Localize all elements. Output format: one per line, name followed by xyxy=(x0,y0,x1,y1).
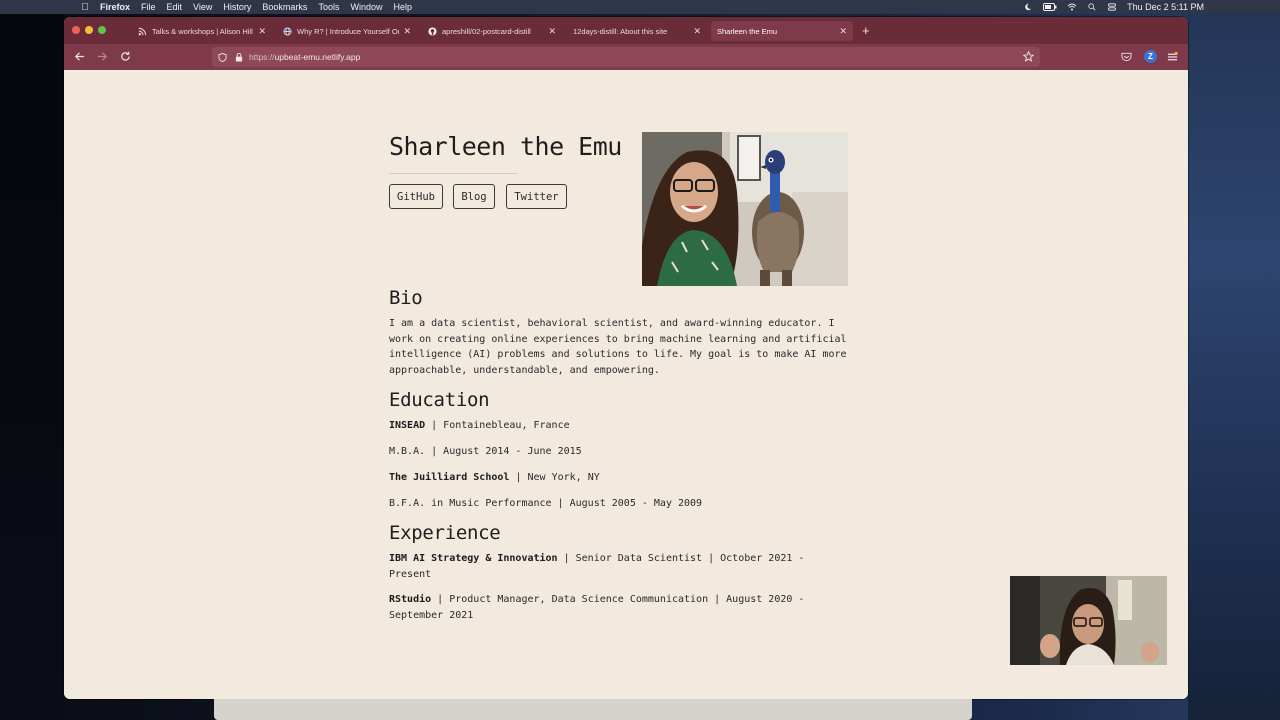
menu-file[interactable]: File xyxy=(141,2,156,12)
menubar-clock[interactable]: Thu Dec 2 5:11 PM xyxy=(1127,2,1204,12)
tab-close-icon[interactable]: ✕ xyxy=(839,26,847,37)
rss-icon xyxy=(138,27,147,35)
tab-12days-distill[interactable]: 12days-distill: About this site ✕ xyxy=(567,21,707,41)
bio-line: intelligence (AI) problems and solutions… xyxy=(389,349,847,360)
experience-heading: Experience xyxy=(389,522,501,544)
experience-entry: RStudio | Product Manager, Data Science … xyxy=(389,592,859,623)
experience-detail-cont: Present xyxy=(389,568,432,580)
profile-photo xyxy=(642,132,848,286)
tab-label: Sharleen the Emu xyxy=(717,26,778,36)
bio-line: work on creating online experiences to b… xyxy=(389,333,847,345)
blog-link-button[interactable]: Blog xyxy=(453,184,495,209)
education-entry: The Juilliard School | New York, NY xyxy=(389,470,859,486)
tab-label: Why R? | Introduce Yourself Onl xyxy=(297,26,400,36)
search-icon[interactable] xyxy=(1087,3,1097,11)
experience-detail: | Product Manager, Data Science Communic… xyxy=(431,594,805,605)
bio-line: I am a data scientist, behavioral scient… xyxy=(389,318,835,329)
education-detail: M.B.A. | August 2014 - June 2015 xyxy=(389,446,582,457)
tab-close-icon[interactable]: ✕ xyxy=(403,26,411,37)
twitter-link-button[interactable]: Twitter xyxy=(506,184,567,209)
menu-help[interactable]: Help xyxy=(393,2,412,12)
tab-close-icon[interactable]: ✕ xyxy=(258,26,266,37)
battery-icon[interactable] xyxy=(1043,3,1057,11)
title-divider xyxy=(389,173,517,174)
tab-label: apreshill/02-postcard-distill xyxy=(442,26,531,36)
menu-view[interactable]: View xyxy=(193,2,212,12)
institution-name: The Juilliard School xyxy=(389,472,510,483)
profile-photo-illustration xyxy=(642,132,848,286)
tab-sharleen-the-emu[interactable]: Sharleen the Emu ✕ xyxy=(711,21,853,41)
tab-label: 12days-distill: About this site xyxy=(573,26,668,36)
new-tab-button[interactable]: + xyxy=(862,23,870,38)
education-detail: | Fontainebleau, France xyxy=(425,420,570,431)
menu-hamburger-icon[interactable] xyxy=(1167,50,1178,64)
github-icon xyxy=(428,26,437,36)
menu-history[interactable]: History xyxy=(223,2,251,12)
bio-text: I am a data scientist, behavioral scient… xyxy=(389,316,869,378)
globe-icon xyxy=(283,26,292,36)
desktop-background xyxy=(1188,14,1280,720)
education-detail: B.F.A. in Music Performance | August 200… xyxy=(389,498,703,509)
education-detail: | New York, NY xyxy=(509,472,600,483)
tab-bar: Talks & workshops | Alison Hill ✕ Why R?… xyxy=(64,17,1188,44)
github-link-button[interactable]: GitHub xyxy=(389,184,443,209)
page-title: Sharleen the Emu xyxy=(389,132,622,161)
tab-close-icon[interactable]: ✕ xyxy=(693,26,701,37)
webcam-presenter-image xyxy=(1010,576,1167,665)
zotero-extension-icon[interactable]: Z xyxy=(1144,50,1157,63)
tab-close-icon[interactable]: ✕ xyxy=(548,26,556,37)
window-close-button[interactable] xyxy=(72,26,80,34)
reload-icon[interactable] xyxy=(120,51,131,62)
webcam-overlay xyxy=(1010,576,1167,665)
macos-menubar:  Firefox File Edit View History Bookmar… xyxy=(0,0,1280,14)
experience-detail: | Senior Data Scientist | October 2021 - xyxy=(557,553,805,564)
experience-detail-cont: September 2021 xyxy=(389,609,474,621)
menu-window[interactable]: Window xyxy=(350,2,382,12)
menu-app-name[interactable]: Firefox xyxy=(100,2,130,12)
navigation-toolbar: https://upbeat-emu.netlify.app Z xyxy=(64,44,1188,70)
tab-label: Talks & workshops | Alison Hill xyxy=(152,26,253,36)
menu-tools[interactable]: Tools xyxy=(318,2,339,12)
education-entry: B.F.A. in Music Performance | August 200… xyxy=(389,496,859,512)
url-host: upbeat-emu.netlify.app xyxy=(274,52,361,62)
education-entry: M.B.A. | August 2014 - June 2015 xyxy=(389,444,859,460)
shield-icon[interactable] xyxy=(218,52,227,62)
desktop-background xyxy=(0,14,64,720)
window-zoom-button[interactable] xyxy=(98,26,106,34)
address-bar[interactable]: https://upbeat-emu.netlify.app xyxy=(212,47,1040,67)
tab-talks-workshops[interactable]: Talks & workshops | Alison Hill ✕ xyxy=(132,21,272,41)
menu-bookmarks[interactable]: Bookmarks xyxy=(262,2,307,12)
bio-line: approachable, understandable, and empowe… xyxy=(389,364,660,376)
tab-why-r[interactable]: Why R? | Introduce Yourself Onl ✕ xyxy=(277,21,417,41)
company-name: RStudio xyxy=(389,594,432,605)
control-center-icon[interactable] xyxy=(1107,3,1117,11)
lock-icon[interactable] xyxy=(235,52,243,62)
bio-heading: Bio xyxy=(389,287,423,309)
back-arrow-icon[interactable] xyxy=(74,51,85,62)
url-text[interactable]: https://upbeat-emu.netlify.app xyxy=(249,52,360,62)
apple-menu-icon[interactable]:  xyxy=(76,2,94,13)
forward-arrow-icon[interactable] xyxy=(97,51,108,62)
tab-postcard-distill[interactable]: apreshill/02-postcard-distill ✕ xyxy=(422,21,562,41)
experience-entry: IBM AI Strategy & Innovation | Senior Da… xyxy=(389,551,859,582)
wifi-icon[interactable] xyxy=(1067,3,1077,11)
menu-edit[interactable]: Edit xyxy=(167,2,183,12)
pocket-icon[interactable] xyxy=(1121,50,1132,64)
bookmark-star-icon[interactable] xyxy=(1023,51,1034,62)
company-name: IBM AI Strategy & Innovation xyxy=(389,553,558,564)
education-entry: INSEAD | Fontainebleau, France xyxy=(389,418,859,434)
background-window xyxy=(214,699,972,720)
url-protocol: https:// xyxy=(249,52,275,62)
moon-icon[interactable] xyxy=(1023,3,1033,11)
institution-name: INSEAD xyxy=(389,420,426,431)
education-heading: Education xyxy=(389,389,490,411)
window-minimize-button[interactable] xyxy=(85,26,93,34)
